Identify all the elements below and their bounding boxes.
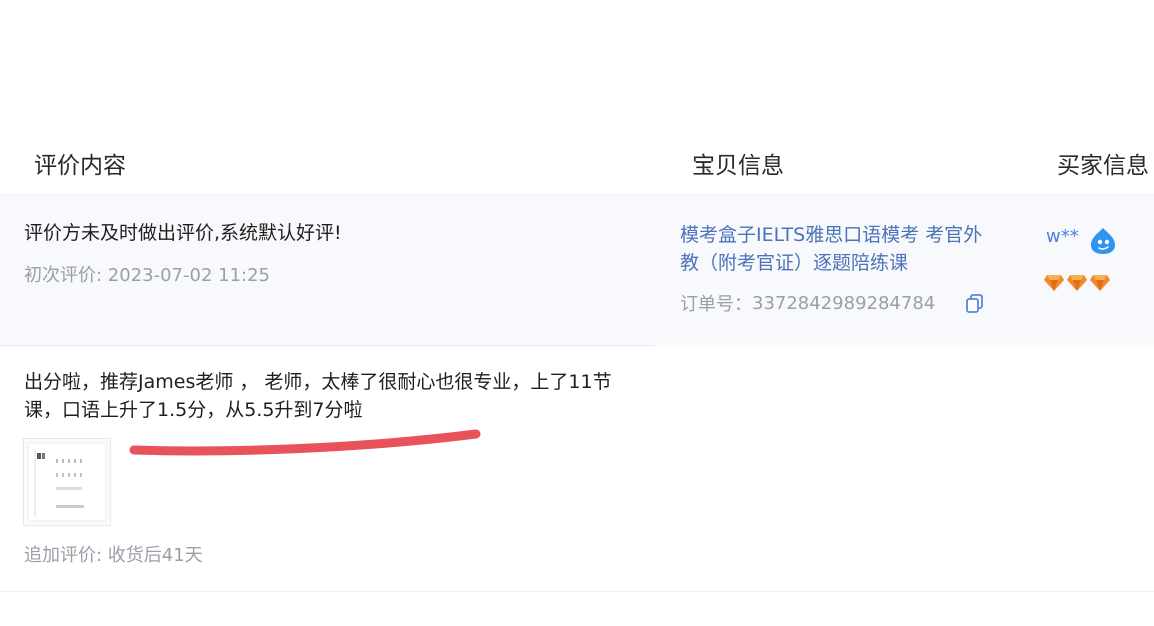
review-time-initial: 初次评价: 2023-07-02 11:25: [24, 265, 270, 286]
header-item-info: 宝贝信息: [692, 153, 784, 179]
diamond-icon: [1044, 275, 1064, 291]
order-label: 订单号：: [680, 294, 752, 315]
review-photo-thumbnail[interactable]: [23, 438, 111, 526]
review-text-additional: 出分啦，推荐James老师 ， 老师，太棒了很耐心也很专业，上了11节课，口语上…: [24, 371, 612, 421]
buyer-level: [1043, 272, 1111, 292]
bottom-divider: [0, 591, 1154, 592]
buyer-name[interactable]: w**: [1046, 226, 1079, 247]
red-underline-annotation: [129, 429, 481, 456]
copy-icon[interactable]: [964, 292, 986, 314]
order-number-line: 订单号： 3372842989284784: [680, 290, 986, 316]
table-header: 评价内容 宝贝信息 买家信息: [0, 128, 1154, 195]
product-title-link[interactable]: 模考盒子IELTS雅思口语模考 考官外教（附考官证）逐题陪练课: [680, 221, 990, 277]
review-time-additional: 追加评价: 收货后41天: [24, 545, 203, 566]
document-image-icon: [27, 442, 107, 522]
row-divider: [0, 345, 655, 346]
header-buyer-info: 买家信息: [1057, 153, 1149, 179]
review-text-initial: 评价方未及时做出评价,系统默认好评!: [24, 222, 342, 244]
diamond-icon: [1090, 275, 1110, 291]
order-number: 3372842989284784: [752, 292, 936, 314]
buyer-wangwang-icon[interactable]: [1088, 226, 1118, 256]
header-review-content: 评价内容: [34, 153, 126, 179]
diamond-icon: [1067, 275, 1087, 291]
